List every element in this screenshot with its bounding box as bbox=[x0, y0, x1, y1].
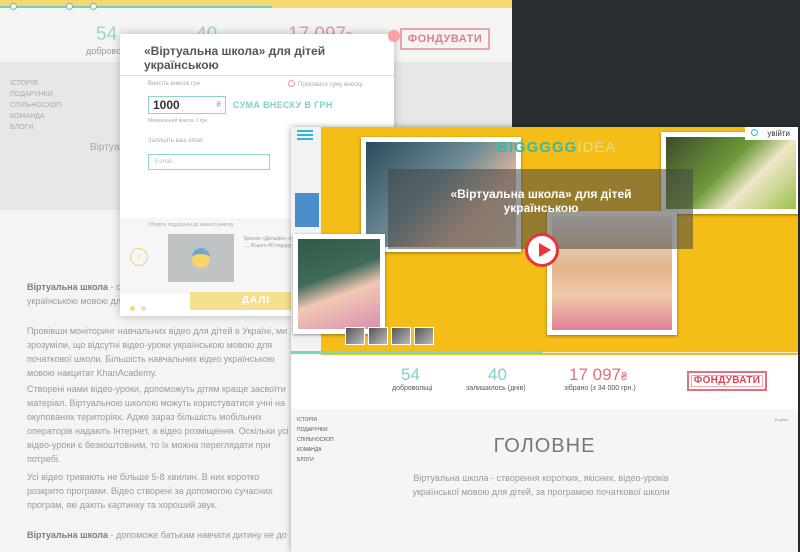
back-nav-item-team[interactable]: КОМАНДА bbox=[10, 111, 61, 122]
back-nav-item-blogs[interactable]: БЛОГИ bbox=[10, 122, 61, 133]
amount-label: СУМА ВНЕСКУ В ГРН bbox=[233, 100, 333, 110]
thumbnail[interactable] bbox=[345, 327, 365, 345]
thumbnail[interactable] bbox=[391, 327, 411, 345]
timeline-dot[interactable] bbox=[66, 3, 73, 10]
video-timeline-remaining[interactable] bbox=[543, 352, 798, 353]
progress-track bbox=[0, 6, 272, 8]
hide-amount-toggle[interactable]: Приховати суму внеску bbox=[288, 80, 363, 88]
nav-item-history[interactable]: ІСТОРІЯ bbox=[297, 415, 334, 425]
amount-value: 1000 bbox=[153, 98, 180, 112]
timeline-dot[interactable] bbox=[90, 3, 97, 10]
back-paragraph: Усі відео тривають не більше 5-8 хвилин.… bbox=[27, 472, 273, 510]
video-timeline-progress[interactable] bbox=[291, 351, 543, 354]
section-heading: ГОЛОВНЕ bbox=[493, 435, 596, 457]
video-thumbnails[interactable] bbox=[345, 327, 437, 347]
close-icon[interactable] bbox=[388, 30, 400, 42]
logo[interactable]: BIGGGGGIDEA bbox=[497, 139, 616, 156]
amount-input[interactable]: 1000 ₴ bbox=[148, 96, 226, 114]
thumbnail[interactable] bbox=[414, 327, 434, 345]
video-progress-bar[interactable] bbox=[0, 0, 512, 10]
modal-title: «Віртуальна школа» для дітей українською bbox=[144, 44, 326, 72]
side-photo bbox=[295, 193, 319, 227]
back-paragraph: Провівши моніторинг навчальних відео для… bbox=[27, 326, 288, 378]
amount-hint: Внесіть внесок грн bbox=[148, 81, 200, 87]
gift-image[interactable] bbox=[168, 234, 234, 282]
step-dot bbox=[141, 306, 146, 311]
menu-icon[interactable] bbox=[297, 130, 313, 140]
front-browser-window: BIGGGGGIDEA «Віртуальна школа» для дітей… bbox=[291, 127, 798, 552]
photo-girl-blackboard bbox=[293, 234, 385, 334]
stat-raised-value: 17 097₴ bbox=[569, 365, 628, 384]
divider bbox=[120, 75, 394, 76]
section-description: Віртуальна школа - створення коротких, я… bbox=[412, 473, 670, 497]
nav-item-gifts[interactable]: ПОДАРУНКИ bbox=[297, 425, 334, 435]
currency-icon: ₴ bbox=[216, 100, 221, 109]
back-stat-volunteers: 54 bbox=[96, 24, 118, 45]
hero-title: «Віртуальна школа» для дітей українською bbox=[450, 187, 632, 215]
back-nav-item-gifts[interactable]: ПОДАРУНКИ bbox=[10, 89, 61, 100]
min-amount-hint: Мінімальний внесок 1 грн bbox=[148, 118, 208, 124]
step-dot-active bbox=[130, 306, 135, 311]
login-button[interactable]: увійти bbox=[745, 127, 798, 140]
language-switch[interactable]: English bbox=[775, 417, 788, 422]
hero-banner: BIGGGGGIDEA «Віртуальна школа» для дітей… bbox=[291, 127, 798, 355]
stat-days-label: залишилось (днів) bbox=[466, 385, 526, 392]
fund-button[interactable]: ФОНДУВАТИ bbox=[687, 371, 767, 391]
back-paragraph: Створені нами відео-уроки, допоможуть ді… bbox=[27, 384, 289, 464]
back-nav-item-history[interactable]: ІСТОРІЯ bbox=[10, 78, 61, 89]
back-nav-item-community[interactable]: СПІЛЬНОСХОП bbox=[10, 100, 61, 111]
gift-hint: Оберіть подарунок до вашого внеску bbox=[148, 222, 234, 228]
stat-volunteers-label: добровольці bbox=[392, 385, 433, 392]
stat-raised-label: зібрано (з 34 000 грн.) bbox=[564, 385, 636, 392]
email-field[interactable]: E-mail bbox=[148, 154, 270, 170]
step-indicator bbox=[130, 298, 152, 316]
stat-volunteers-value: 54 bbox=[401, 365, 420, 384]
stat-days-value: 40 bbox=[488, 365, 507, 384]
previous-gift-button[interactable]: ‹ bbox=[130, 248, 148, 266]
back-paragraph: Віртуальна школа - допоможе батькам навч… bbox=[27, 530, 287, 540]
back-nav: ІСТОРІЯ ПОДАРУНКИ СПІЛЬНОСХОП КОМАНДА БЛ… bbox=[10, 78, 61, 133]
play-icon[interactable] bbox=[525, 233, 559, 267]
email-label: Залишіть ваш email bbox=[148, 138, 203, 144]
timeline-dot[interactable] bbox=[10, 3, 17, 10]
back-fund-button[interactable]: ФОНДУВАТИ bbox=[400, 28, 490, 50]
search-icon[interactable] bbox=[751, 129, 759, 136]
thumbnail[interactable] bbox=[368, 327, 388, 345]
keychain-icon bbox=[192, 248, 210, 268]
